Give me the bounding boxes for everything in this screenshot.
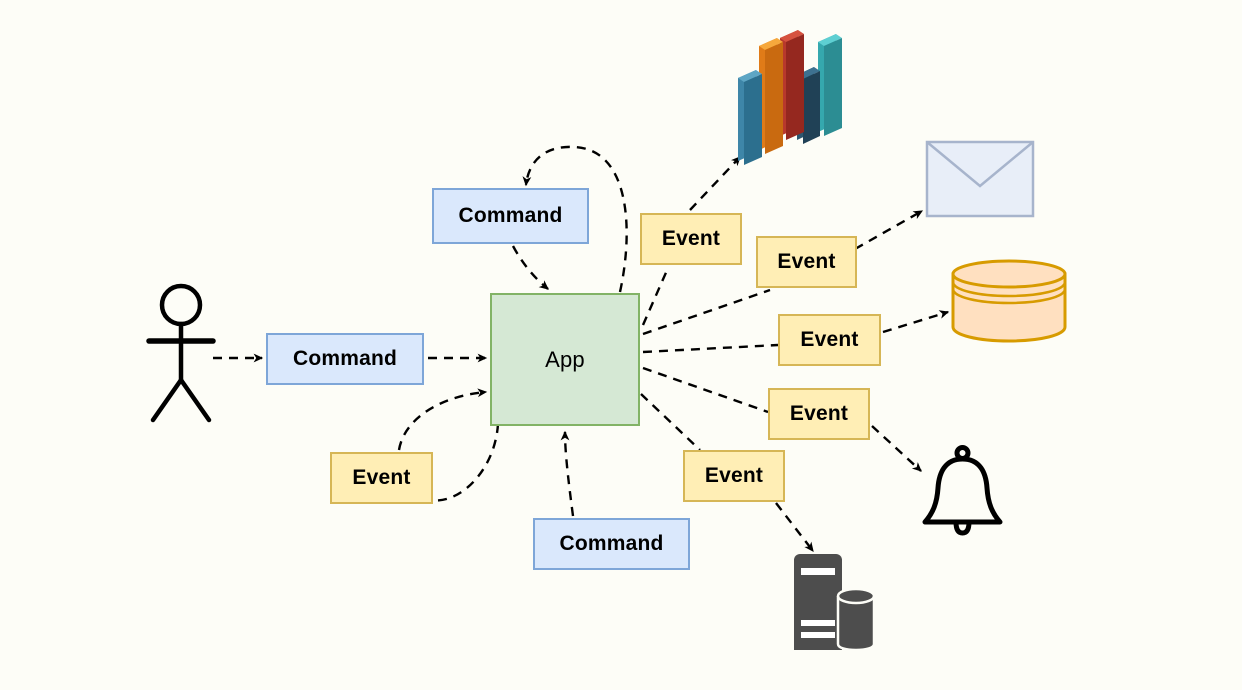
- edge-app-to-event-server: [640, 393, 701, 451]
- event-node-database-label: Event: [800, 328, 859, 351]
- bell-icon: [915, 443, 1010, 538]
- app-node-label: App: [545, 346, 585, 372]
- edge-event-left-to-app: [397, 388, 488, 451]
- command-node-bottom-label: Command: [559, 532, 664, 555]
- envelope-icon: [925, 140, 1035, 218]
- edge-command-bottom-to-app: [560, 430, 575, 517]
- edge-app-to-event-left: [429, 423, 500, 502]
- event-node-server[interactable]: Event: [683, 450, 785, 502]
- edge-event-bell-to-bell: [871, 425, 922, 472]
- event-node-bell-label: Event: [789, 402, 849, 425]
- event-node-mail-label: Event: [777, 250, 836, 273]
- actor-stick-figure: [143, 283, 221, 423]
- event-node-bell[interactable]: Event: [768, 388, 870, 440]
- server-database-icon: [788, 552, 878, 652]
- edge-event-mail-to-envelope: [854, 209, 924, 251]
- event-node-mail[interactable]: Event: [756, 236, 857, 288]
- event-node-database[interactable]: Event: [778, 314, 881, 366]
- command-node-top-label: Command: [458, 204, 563, 227]
- edge-app-to-event-chart: [641, 267, 670, 326]
- command-node-bottom[interactable]: Command: [533, 518, 690, 570]
- edge-event-db-to-database: [882, 310, 950, 334]
- command-node-left-label: Command: [292, 347, 398, 370]
- bar-chart-3d-icon: [730, 20, 848, 165]
- event-node-chart-label: Event: [661, 227, 721, 250]
- event-node-left[interactable]: Event: [330, 452, 433, 504]
- diagram-canvas: App Command Command Command Event Event …: [0, 0, 1242, 690]
- event-node-chart[interactable]: Event: [640, 213, 742, 265]
- command-node-left[interactable]: Command: [266, 333, 424, 385]
- command-node-top[interactable]: Command: [432, 188, 589, 244]
- edge-app-to-event-db: [642, 343, 779, 354]
- edge-event-server-to-server: [775, 502, 814, 552]
- event-node-server-label: Event: [704, 464, 764, 487]
- edge-app-to-event-mail: [642, 288, 771, 336]
- app-node[interactable]: App: [490, 293, 640, 426]
- edge-command-top-to-app: [511, 245, 549, 290]
- database-cylinder-icon: [950, 258, 1068, 343]
- edge-app-to-event-bell: [642, 366, 769, 414]
- event-node-left-label: Event: [352, 466, 411, 489]
